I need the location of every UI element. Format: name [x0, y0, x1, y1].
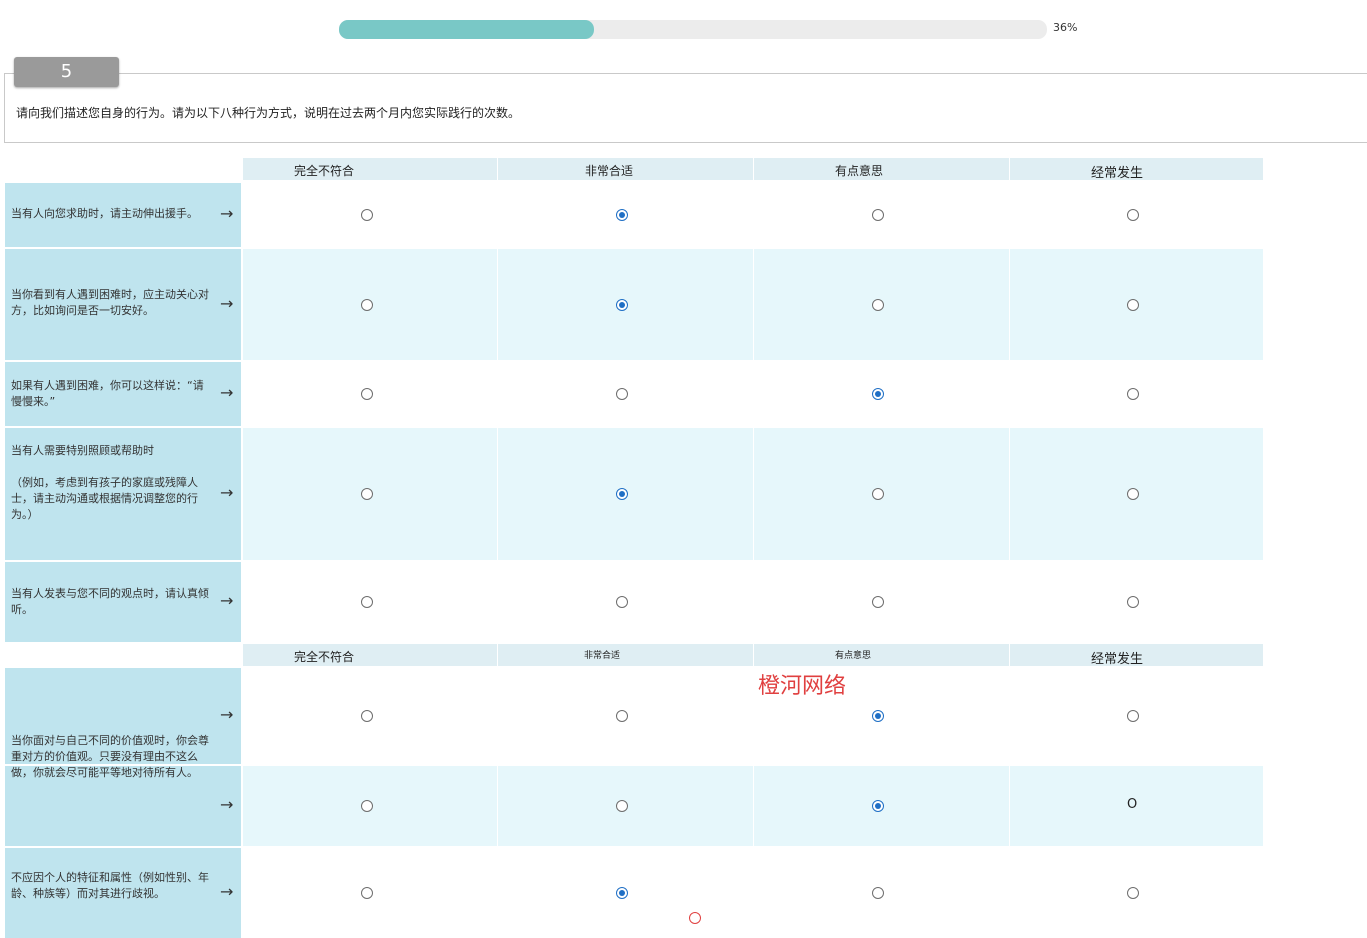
- row-label: 当你看到有人遇到困难时，应主动关心对方，比如询问是否一切安好。: [11, 288, 209, 317]
- radio-option[interactable]: [1127, 209, 1139, 221]
- arrow-icon: →: [220, 204, 234, 223]
- radio-option[interactable]: [1127, 596, 1139, 608]
- radio-option[interactable]: [361, 488, 373, 500]
- radio-option[interactable]: [361, 800, 373, 812]
- watermark: 橙河网络: [758, 674, 847, 699]
- radio-option[interactable]: [616, 800, 628, 812]
- radio-option[interactable]: [616, 298, 628, 311]
- radio-option[interactable]: [872, 488, 884, 500]
- radio-option[interactable]: [872, 209, 884, 221]
- radio-option[interactable]: [1127, 488, 1139, 500]
- radio-option[interactable]: [1127, 298, 1139, 311]
- radio-option[interactable]: [361, 887, 373, 899]
- column-header-cell: [243, 644, 497, 666]
- column-header-label: 经常发生: [1091, 652, 1144, 667]
- radio-option[interactable]: [872, 800, 884, 812]
- column-header-cell: [243, 158, 497, 180]
- question-number: 5: [14, 57, 119, 87]
- arrow-icon: →: [220, 383, 234, 402]
- column-header-label: 完全不符合: [294, 650, 355, 664]
- row-label: 如果有人遇到困难，你可以这样说：“请慢慢来。”: [11, 379, 204, 408]
- column-header-label: 有点意思: [835, 651, 872, 661]
- radio-option[interactable]: O: [1127, 797, 1137, 812]
- radio-option[interactable]: [872, 887, 884, 899]
- column-header-label: 有点意思: [835, 164, 884, 178]
- radio-option[interactable]: [361, 388, 373, 400]
- radio-option[interactable]: [361, 710, 373, 722]
- radio-option[interactable]: [872, 710, 884, 722]
- watermark-mark: [689, 912, 701, 924]
- radio-option[interactable]: [361, 298, 373, 311]
- radio-option[interactable]: [616, 596, 628, 608]
- column-header-cell: [754, 644, 1009, 666]
- radio-option[interactable]: [1127, 710, 1139, 722]
- arrow-icon: →: [220, 795, 234, 814]
- row-label: 当有人需要特别照顾或帮助时 （例如，考虑到有孩子的家庭或残障人士，请主动沟通或根…: [11, 444, 198, 521]
- row-label-overlay: 当你面对与自己不同的价值观时，你会尊重对方的价值观。只要没有理由不这么做，你就会…: [11, 734, 209, 779]
- radio-option[interactable]: [872, 596, 884, 608]
- radio-option[interactable]: [361, 209, 373, 221]
- column-header-label: 非常合适: [584, 651, 621, 661]
- radio-option[interactable]: [872, 298, 884, 311]
- row-label: 不应因个人的特征和属性（例如性别、年龄、种族等）而对其进行歧视。: [11, 871, 209, 900]
- radio-option[interactable]: [616, 887, 628, 899]
- arrow-icon: →: [220, 591, 234, 610]
- progress-percent: 36%: [1053, 21, 1078, 34]
- radio-option[interactable]: [1127, 887, 1139, 899]
- column-header-label: 经常发生: [1091, 166, 1144, 181]
- row-label: 当有人发表与您不同的观点时，请认真倾听。: [11, 587, 209, 616]
- question-text: 请向我们描述您自身的行为。请为以下八种行为方式，说明在过去两个月内您实际践行的次…: [16, 106, 521, 120]
- arrow-icon: →: [220, 483, 234, 502]
- progress-bar-fill: [339, 20, 594, 39]
- row-label: 当有人向您求助时，请主动伸出援手。: [11, 207, 198, 220]
- radio-option[interactable]: [872, 388, 884, 400]
- arrow-icon: →: [220, 293, 234, 313]
- radio-option[interactable]: [616, 388, 628, 400]
- column-header-cell: [498, 644, 753, 666]
- radio-option[interactable]: [361, 596, 373, 608]
- arrow-icon: →: [220, 705, 234, 724]
- radio-option[interactable]: [616, 710, 628, 722]
- column-header-label: 完全不符合: [294, 164, 355, 178]
- radio-option[interactable]: [616, 209, 628, 221]
- progress-bar: [339, 20, 1047, 39]
- radio-option[interactable]: [1127, 388, 1139, 400]
- column-header-label: 非常合适: [585, 164, 634, 178]
- arrow-icon: →: [220, 882, 234, 901]
- radio-option[interactable]: [616, 488, 628, 500]
